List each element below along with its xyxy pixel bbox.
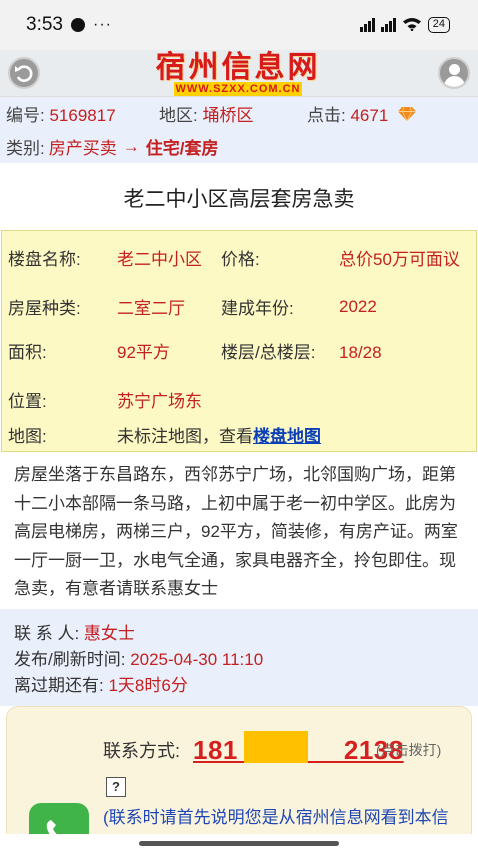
info-row-location: 位置: 苏宁广场东 [2,382,476,417]
type-value: 二室二厅 [117,299,185,318]
call-card: 联系方式: 181 2138 (点击拨打) ? (联系时请首先说明您是从宿州信息… [6,706,472,850]
more-notifications-icon: ··· [92,16,112,33]
signal-hd-icon [380,18,396,32]
home-indicator[interactable] [139,841,339,846]
listing-clicks: 点击: 4671 [307,106,389,125]
listing-id: 编号: 5169817 [6,106,116,125]
location-label: 位置: [8,392,47,411]
status-time: 3:53 [26,14,63,35]
location-value: 苏宁广场东 [117,392,202,411]
category-parent-link[interactable]: 房产买卖 [49,134,117,159]
category-child-link[interactable]: 住宅/套房 [146,134,219,159]
status-right: 24 [359,17,450,34]
area-value: 92平方 [117,343,170,362]
floor-label: 楼层/总楼层: [221,343,316,362]
listing-title: 老二中小区高层套房急卖 [123,188,355,211]
info-row-type: 房屋种类: 二室二厅 建成年份: 2022 [2,289,476,324]
status-bar: 3:53 ··· 24 [0,0,478,50]
info-row-map: 地图: 未标注地图，查看楼盘地图 [2,417,476,451]
tap-to-call-hint[interactable]: (点击拨打) [376,740,441,760]
publish-time: 发布/刷新时间: 2025-04-30 11:10 [14,650,264,669]
status-left: 3:53 ··· [26,14,112,36]
meta-row-category: 类别: 房产买卖 → 住宅/套房 [6,130,472,163]
area-label: 面积: [8,343,47,362]
name-value: 老二中小区 [117,250,202,269]
year-label: 建成年份: [221,299,294,318]
property-info-table: 楼盘名称: 老二中小区 价格: 总价50万可面议 房屋种类: 二室二厅 建成年份… [1,230,477,452]
category-label: 类别: [6,139,45,158]
price-value: 总价50万可面议 [339,250,460,269]
signal-icon [359,18,375,32]
battery-indicator: 24 [427,17,450,33]
logo-url: WWW.SZXX.COM.CN [174,82,302,96]
logo-text: 宿州信息网 [155,50,321,85]
category-arrow: → [122,136,140,156]
site-logo[interactable]: 宿州信息网 WWW.SZXX.COM.CN [152,52,324,96]
meta-row-id: 编号: 5169817 地区: 埇桥区 点击: 4671 [6,97,472,130]
wifi-icon [402,17,422,34]
info-row-name: 楼盘名称: 老二中小区 价格: 总价50万可面议 [2,231,476,289]
phone-redaction [244,731,308,763]
floor-value: 18/28 [339,343,382,362]
map-link[interactable]: 楼盘地图 [253,427,321,446]
year-value: 2022 [339,296,377,316]
back-arrow-icon[interactable] [8,57,40,89]
price-label: 价格: [221,250,260,269]
name-label: 楼盘名称: [8,250,81,269]
type-label: 房屋种类: [8,299,81,318]
user-avatar-icon[interactable] [438,57,470,89]
expire-time: 离过期还有: 1天8时6分 [14,676,188,695]
diamond-icon [398,106,417,121]
contact-info: 联 系 人: 惠女士 发布/刷新时间: 2025-04-30 11:10 离过期… [0,609,478,706]
map-text: 未标注地图，查看楼盘地图 [117,426,321,446]
contact-person: 联 系 人: 惠女士 [14,624,135,643]
listing-meta: 编号: 5169817 地区: 埇桥区 点击: 4671 类别: 房产买卖 → … [0,97,478,163]
map-label: 地图: [8,426,47,446]
call-label: 联系方式: [103,741,181,761]
notification-icon [70,18,85,32]
info-row-area: 面积: 92平方 楼层/总楼层: 18/28 [2,324,476,382]
app-header: 宿州信息网 WWW.SZXX.COM.CN [0,50,478,97]
help-icon[interactable]: ? [106,777,126,797]
listing-area: 地区: 埇桥区 [159,106,254,125]
listing-description: 房屋坐落于东昌路东，西邻苏宁广场，北邻国购广场，距第十二小本部隔一条马路，上初中… [14,465,458,598]
